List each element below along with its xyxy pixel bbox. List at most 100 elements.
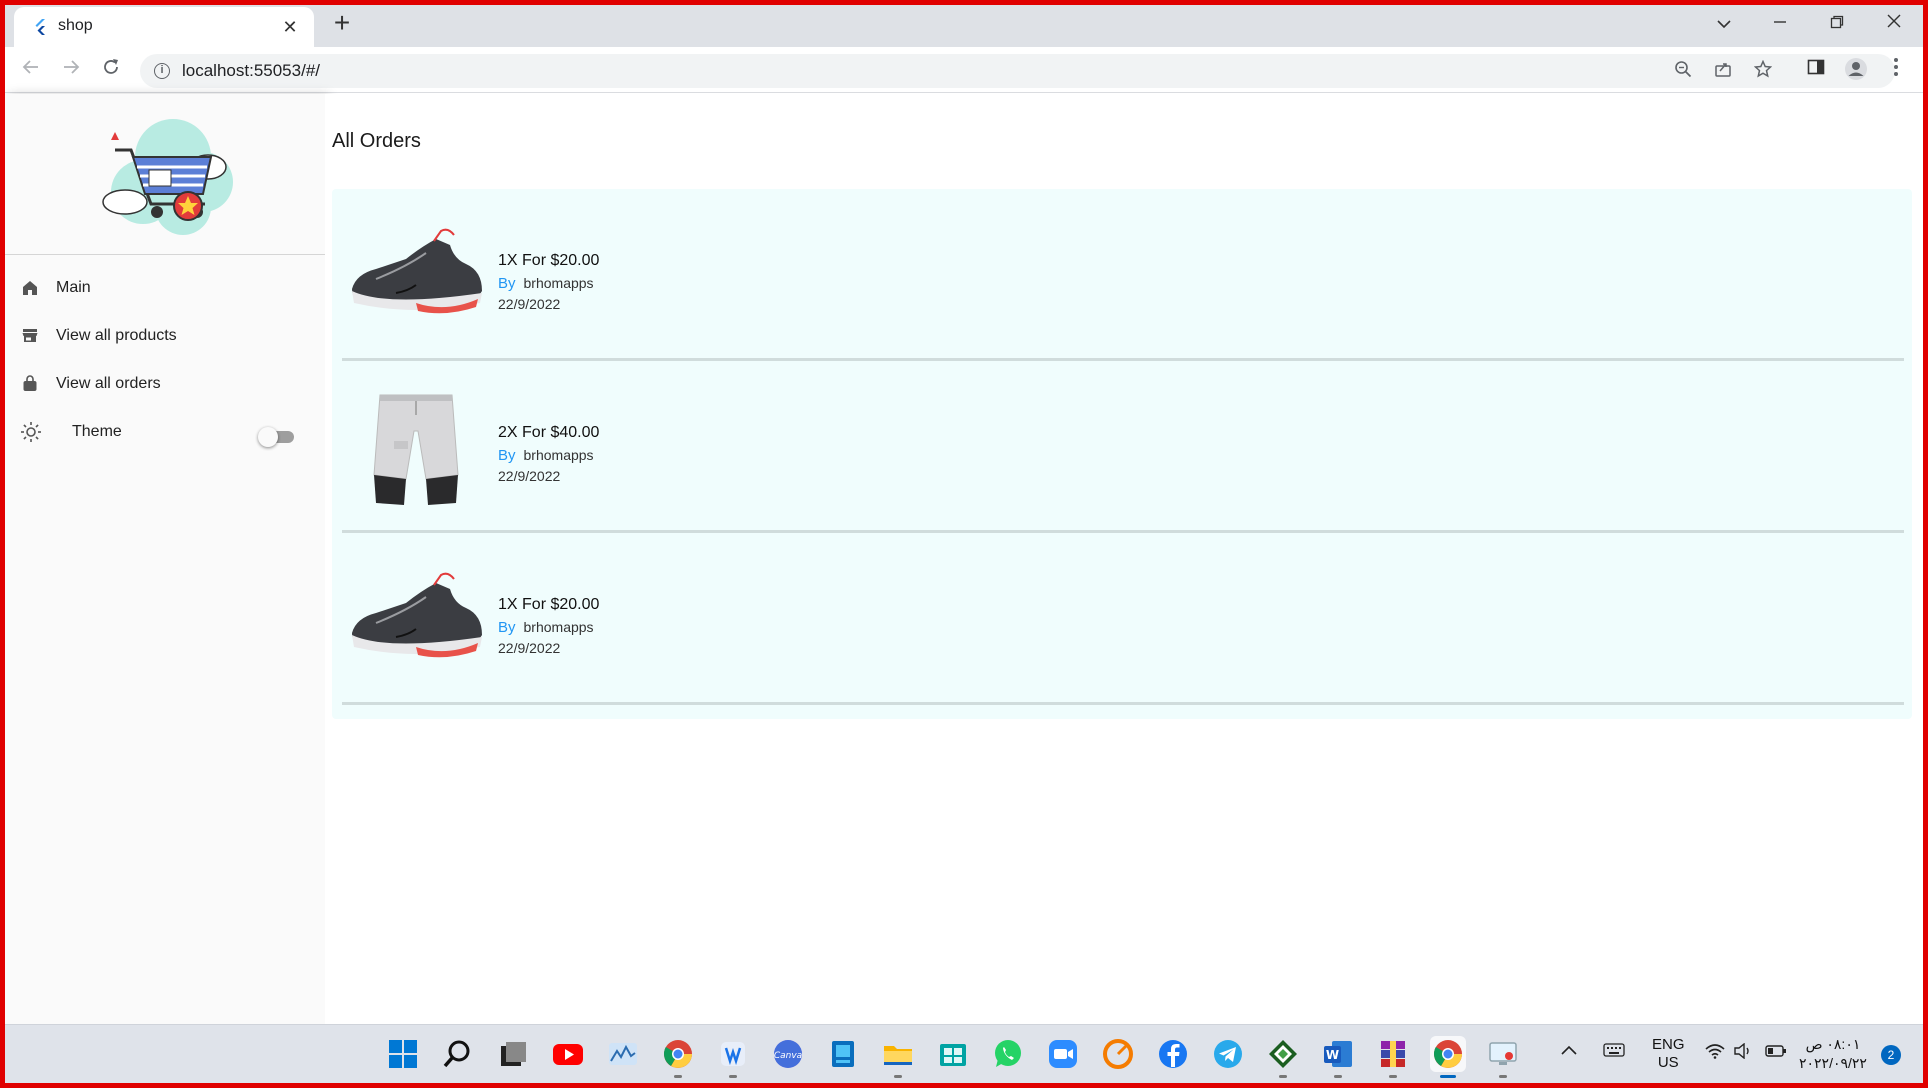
language-label: ENG xyxy=(1652,1036,1685,1053)
tray-chevron-up-icon[interactable] xyxy=(1560,1043,1578,1060)
store-app-icon[interactable] xyxy=(935,1036,971,1072)
active-indicator xyxy=(1440,1075,1456,1078)
forward-icon[interactable] xyxy=(56,55,86,85)
share-icon[interactable] xyxy=(1712,60,1734,82)
wifi-icon[interactable] xyxy=(1705,1043,1725,1063)
order-item[interactable]: 2X For $40.00 By brhomapps 22/9/2022 xyxy=(342,361,1904,533)
home-icon xyxy=(23,281,37,295)
new-tab-button[interactable]: + xyxy=(327,9,357,39)
start-icon[interactable] xyxy=(385,1036,421,1072)
whatsapp-icon[interactable] xyxy=(990,1036,1026,1072)
app-icon[interactable] xyxy=(1265,1036,1301,1078)
clock[interactable]: ٠٨:٠١ ص ٢٠٢٢/٠٩/٢٢ xyxy=(1799,1035,1867,1073)
seller-name: brhomapps xyxy=(523,447,594,463)
sidebar-item-label: View all orders xyxy=(56,375,161,392)
order-quantity-price: 1X For $20.00 xyxy=(498,596,600,613)
winrar-icon[interactable] xyxy=(1375,1036,1411,1078)
notification-badge[interactable]: 2 xyxy=(1881,1045,1901,1065)
side-panel-icon[interactable] xyxy=(1803,57,1829,83)
seller-name: brhomapps xyxy=(523,275,594,291)
by-label: By xyxy=(498,275,516,292)
order-seller: By brhomapps xyxy=(498,447,594,464)
running-indicator xyxy=(1389,1075,1397,1078)
search-icon[interactable] xyxy=(440,1036,476,1072)
running-indicator xyxy=(729,1075,737,1078)
svg-text:W: W xyxy=(1326,1048,1339,1062)
zoom-icon[interactable] xyxy=(1672,60,1694,82)
app-icon[interactable] xyxy=(715,1036,751,1078)
chrome-icon[interactable] xyxy=(660,1036,696,1078)
running-indicator xyxy=(674,1075,682,1078)
sidebar-item-view-all-products[interactable]: View all products xyxy=(5,317,325,357)
shorts-image xyxy=(373,394,459,505)
volume-icon[interactable] xyxy=(1733,1042,1753,1063)
bookmark-star-icon[interactable] xyxy=(1752,59,1774,82)
by-label: By xyxy=(498,447,516,464)
remote-desktop-icon[interactable] xyxy=(1485,1036,1521,1078)
order-date: 22/9/2022 xyxy=(498,640,561,656)
address-toolbar: i localhost:55053/#/ xyxy=(0,47,1928,93)
task-view-icon[interactable] xyxy=(495,1036,531,1072)
theme-toggle[interactable] xyxy=(258,425,296,447)
page-title: All Orders xyxy=(332,130,421,152)
file-explorer-icon[interactable] xyxy=(880,1036,916,1078)
language-indicator[interactable]: ENG US xyxy=(1652,1036,1685,1072)
store-icon xyxy=(22,329,38,342)
profile-avatar-icon[interactable] xyxy=(1843,57,1869,83)
order-seller: By brhomapps xyxy=(498,619,594,636)
region-label: US xyxy=(1657,1054,1679,1071)
order-quantity-price: 1X For $20.00 xyxy=(498,252,600,269)
running-indicator xyxy=(1334,1075,1342,1078)
running-indicator xyxy=(894,1075,902,1078)
running-indicator xyxy=(1279,1075,1287,1078)
app-icon[interactable] xyxy=(1100,1036,1136,1072)
browser-tab-strip: shop ✕ + xyxy=(0,0,1928,47)
keyboard-icon[interactable] xyxy=(1603,1042,1625,1062)
chevron-down-icon[interactable] xyxy=(1704,8,1744,38)
restore-icon[interactable] xyxy=(1817,8,1857,38)
close-icon[interactable] xyxy=(1874,8,1914,38)
back-icon[interactable] xyxy=(16,55,46,85)
sidebar-item-label: View all products xyxy=(56,327,177,344)
site-info-icon[interactable]: i xyxy=(154,63,170,79)
svg-text:Canva: Canva xyxy=(774,1051,802,1061)
sneaker-image xyxy=(352,572,482,658)
battery-icon[interactable] xyxy=(1765,1044,1787,1062)
url-text[interactable]: localhost:55053/#/ xyxy=(182,61,320,81)
word-icon[interactable]: W xyxy=(1320,1036,1356,1078)
minimize-icon[interactable] xyxy=(1760,8,1800,38)
flutter-icon xyxy=(35,19,45,35)
chrome-active-icon[interactable] xyxy=(1430,1036,1466,1078)
order-item[interactable]: 1X For $20.00 By brhomapps 22/9/2022 xyxy=(342,189,1904,361)
order-divider xyxy=(342,702,1904,705)
telegram-icon[interactable] xyxy=(1210,1036,1246,1072)
order-seller: By brhomapps xyxy=(498,275,594,292)
omnibox[interactable]: i localhost:55053/#/ xyxy=(140,54,1895,88)
running-indicator xyxy=(1499,1075,1507,1078)
canva-icon[interactable]: Canva xyxy=(770,1036,806,1072)
app-icon[interactable] xyxy=(825,1036,861,1072)
sidebar-item-label: Main xyxy=(56,279,91,296)
clock-time: ٠٨:٠١ ص xyxy=(1805,1036,1861,1052)
reload-icon[interactable] xyxy=(96,55,126,85)
menu-kebab-icon[interactable] xyxy=(1883,57,1909,83)
windows-taskbar: Canva W ENG US ٠٨:٠١ ص ٢٠٢٢/٠٩/٢٢ 2 xyxy=(5,1024,1923,1083)
sidebar-item-main[interactable]: Main xyxy=(5,269,325,309)
order-item[interactable]: 1X For $20.00 By brhomapps 22/9/2022 xyxy=(342,533,1904,705)
browser-tab[interactable]: shop ✕ xyxy=(14,7,314,47)
clock-date: ٢٠٢٢/٠٩/٢٢ xyxy=(1799,1055,1867,1071)
zoom-app-icon[interactable] xyxy=(1045,1036,1081,1072)
seller-name: brhomapps xyxy=(523,619,594,635)
by-label: By xyxy=(498,619,516,636)
sidebar-item-theme[interactable]: Theme xyxy=(5,413,325,453)
sneaker-image xyxy=(352,228,482,314)
photos-icon[interactable] xyxy=(605,1036,641,1072)
bag-icon xyxy=(23,375,37,391)
youtube-icon[interactable] xyxy=(550,1036,586,1072)
facebook-icon[interactable] xyxy=(1155,1036,1191,1072)
sidebar-item-view-all-orders[interactable]: View all orders xyxy=(5,365,325,405)
tab-close-icon[interactable]: ✕ xyxy=(278,15,302,39)
drawer-divider xyxy=(5,254,325,255)
sidebar-item-label: Theme xyxy=(72,423,122,440)
orders-list: 1X For $20.00 By brhomapps 22/9/2022 2X F… xyxy=(332,189,1912,719)
